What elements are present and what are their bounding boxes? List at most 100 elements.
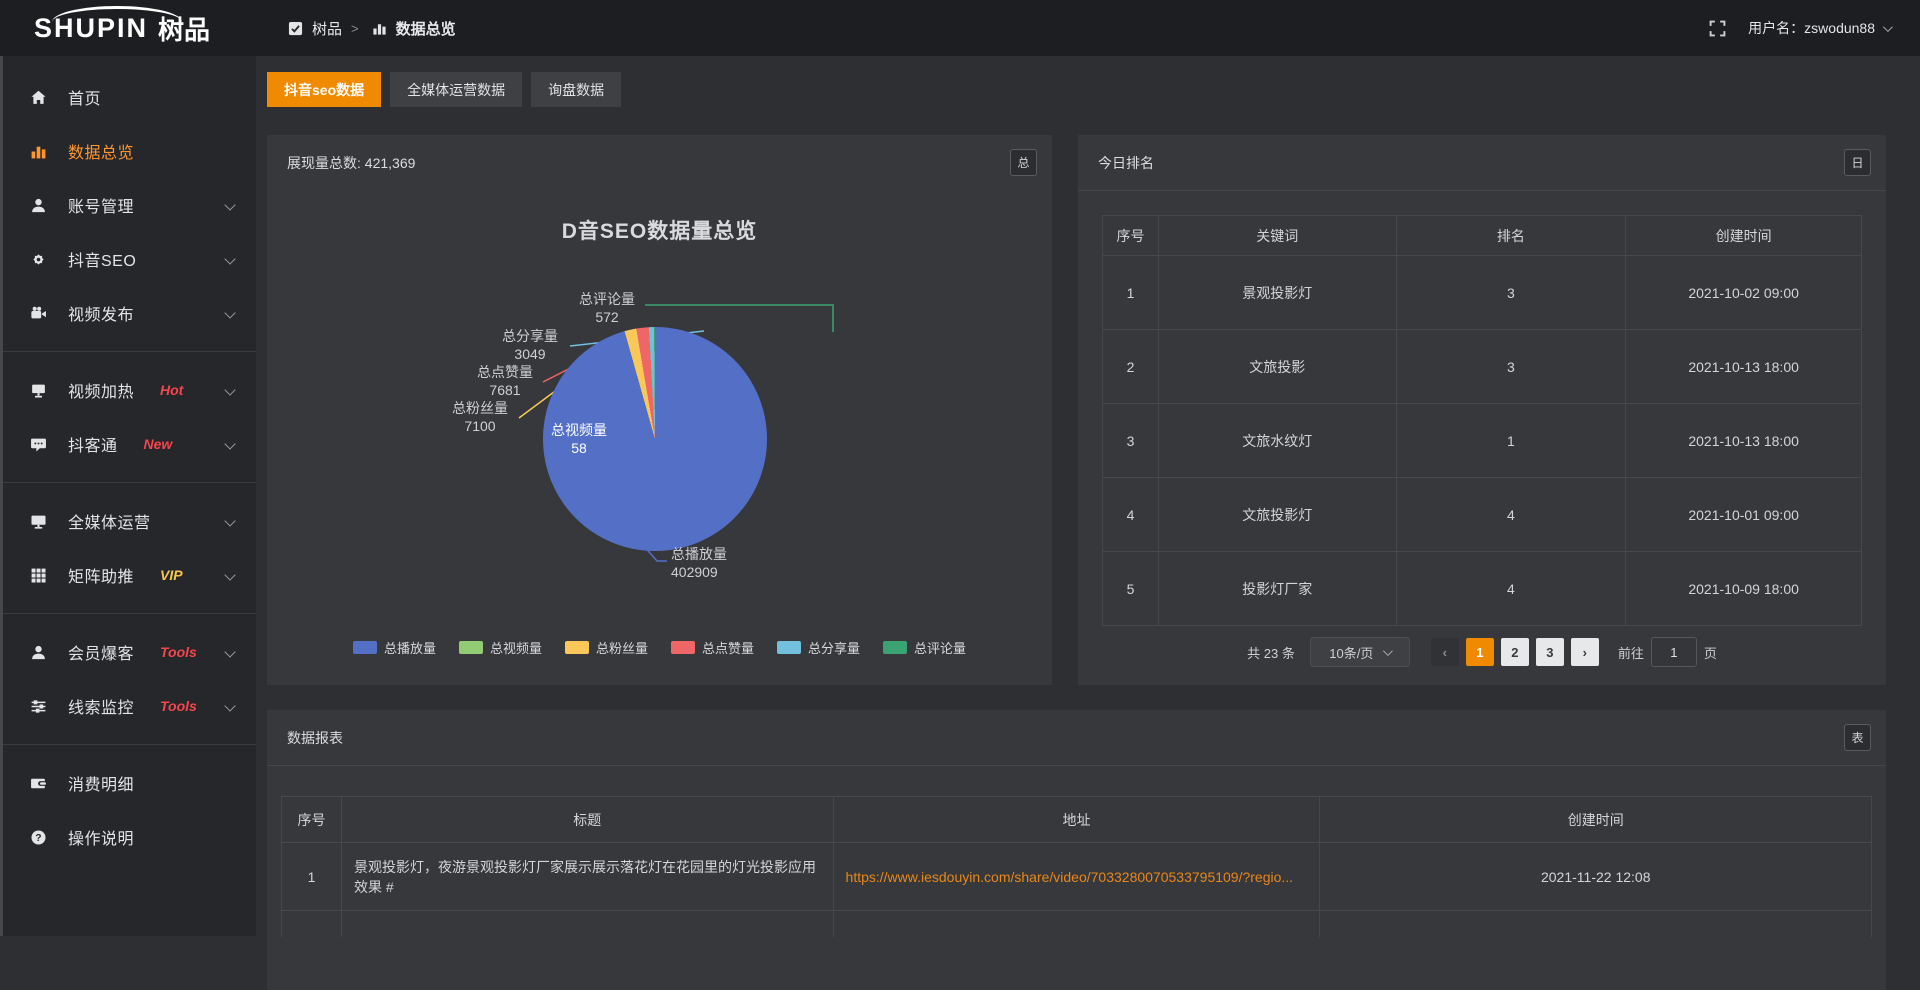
breadcrumb-current: 数据总览 [396, 18, 456, 39]
page-button-1[interactable]: 1 [1466, 638, 1494, 666]
sidebar-item-instructions[interactable]: ? 操作说明 [0, 810, 256, 864]
breadcrumb-chart-icon [372, 21, 387, 36]
sidebar-item-video-heat[interactable]: 视频加热 Hot [0, 363, 256, 417]
monitor-icon [30, 512, 48, 530]
sidebar-item-douyin-seo[interactable]: 抖音SEO [0, 232, 256, 286]
table-corner-button[interactable]: 表 [1844, 724, 1871, 751]
next-page-button[interactable]: › [1571, 638, 1599, 666]
table-row: 3 文旅水纹灯 1 2021-10-13 18:00 [1103, 404, 1862, 478]
user-menu[interactable]: 用户名：zswodun88 [1748, 18, 1890, 38]
pie-label-fans: 总粉丝量7100 [439, 399, 521, 435]
page-button-2[interactable]: 2 [1501, 638, 1529, 666]
sidebar-item-home[interactable]: 首页 [0, 70, 256, 124]
sidebar-item-label: 数据总览 [68, 139, 134, 163]
cell-video-link[interactable]: https://www.iesdouyin.com/share/video/70… [833, 843, 1320, 911]
chevron-down-icon [224, 569, 235, 580]
sidebar-item-label: 抖客通 [68, 432, 118, 456]
breadcrumb: 树品 > 数据总览 [288, 18, 456, 39]
hot-badge: Hot [160, 382, 183, 398]
col-header-index: 序号 [1103, 216, 1159, 256]
cell-title: 景观投影灯，夜游景观投影灯厂家展示展示落花灯在花园里的灯光投影应用效果 # [341, 843, 833, 911]
tools-badge: Tools [160, 644, 197, 660]
breadcrumb-separator: > [351, 21, 359, 36]
cell-rank: 4 [1396, 478, 1626, 552]
user-icon [30, 196, 48, 214]
breadcrumb-root-icon [288, 21, 303, 36]
legend-item-videos[interactable]: 总视频量 [459, 638, 542, 657]
day-corner-button[interactable]: 日 [1844, 149, 1871, 176]
sliders-icon [30, 697, 48, 715]
data-report-panel: 数据报表 表 序号 标题 地址 创建时间 1 景观投影灯，夜游景观投影灯厂家展示… [267, 710, 1886, 990]
chevron-down-icon [224, 253, 235, 264]
col-header-index: 序号 [282, 797, 342, 843]
page-button-3[interactable]: 3 [1536, 638, 1564, 666]
pagination-total: 共 23 条 [1247, 643, 1295, 662]
rank-table-header-row: 序号 关键词 排名 创建时间 [1103, 216, 1862, 256]
chevron-down-icon [224, 700, 235, 711]
sidebar-item-account-management[interactable]: 账号管理 [0, 178, 256, 232]
cell-created: 2021-10-02 09:00 [1626, 256, 1862, 330]
top-header: SHUPIN 树品 树品 > 数据总览 用户名：zswodun88 [0, 0, 1920, 56]
cell-created: 2021-10-13 18:00 [1626, 330, 1862, 404]
sidebar-item-data-overview[interactable]: 数据总览 [0, 124, 256, 178]
vip-badge: VIP [160, 567, 183, 583]
sidebar-item-member-growth[interactable]: 会员爆客 Tools [0, 625, 256, 679]
sidebar-item-lead-monitor[interactable]: 线索监控 Tools [0, 679, 256, 733]
cell-keyword: 文旅投影灯 [1158, 478, 1396, 552]
legend-swatch [671, 641, 695, 654]
report-table: 序号 标题 地址 创建时间 1 景观投影灯，夜游景观投影灯厂家展示展示落花灯在花… [281, 796, 1872, 937]
tab-douyin-seo-data[interactable]: 抖音seo数据 [267, 72, 381, 107]
new-badge: New [144, 436, 173, 452]
cell-index: 3 [1103, 404, 1159, 478]
legend-item-fans[interactable]: 总粉丝量 [565, 638, 648, 657]
sidebar-item-label: 操作说明 [68, 825, 134, 849]
breadcrumb-root[interactable]: 树品 [312, 18, 342, 39]
chevron-down-icon [224, 646, 235, 657]
sidebar-item-label: 账号管理 [68, 193, 134, 217]
goto-page-input[interactable] [1651, 637, 1697, 667]
legend-item-comments[interactable]: 总评论量 [883, 638, 966, 657]
rank-table: 序号 关键词 排名 创建时间 1 景观投影灯 3 2021-10-02 09:0… [1102, 215, 1862, 626]
total-corner-button[interactable]: 总 [1010, 149, 1037, 176]
tab-inquiry-data[interactable]: 询盘数据 [531, 72, 621, 107]
cell-keyword: 投影灯厂家 [1158, 552, 1396, 626]
chevron-down-icon [224, 515, 235, 526]
bar-chart-icon [30, 142, 48, 160]
tab-media-operation-data[interactable]: 全媒体运营数据 [390, 72, 522, 107]
cell-created: 2021-10-13 18:00 [1626, 404, 1862, 478]
table-row: 1 景观投影灯 3 2021-10-02 09:00 [1103, 256, 1862, 330]
chat-bubble-icon [30, 435, 48, 453]
svg-text:?: ? [35, 832, 41, 843]
goto-label: 前往 [1618, 643, 1644, 662]
fullscreen-icon[interactable] [1709, 20, 1726, 37]
legend-swatch [565, 641, 589, 654]
sidebar-item-label: 会员爆客 [68, 640, 134, 664]
legend-swatch [353, 641, 377, 654]
grid-icon [30, 566, 48, 584]
sidebar-item-matrix-boost[interactable]: 矩阵助推 VIP [0, 548, 256, 602]
sidebar-item-media-operation[interactable]: 全媒体运营 [0, 494, 256, 548]
wallet-icon [30, 774, 48, 792]
prev-page-button[interactable]: ‹ [1431, 638, 1459, 666]
cell-keyword: 文旅水纹灯 [1158, 404, 1396, 478]
sidebar-item-video-publish[interactable]: 视频发布 [0, 286, 256, 340]
page-size-select[interactable]: 10条/页 [1310, 637, 1410, 667]
legend-swatch [459, 641, 483, 654]
cell-keyword: 文旅投影 [1158, 330, 1396, 404]
goto-suffix: 页 [1704, 643, 1717, 662]
table-row-partial [282, 911, 1872, 937]
data-source-tabs: 抖音seo数据 全媒体运营数据 询盘数据 [267, 72, 621, 107]
legend-item-likes[interactable]: 总点赞量 [671, 638, 754, 657]
gear-icon [30, 250, 48, 268]
data-report-title: 数据报表 [267, 710, 1886, 766]
sidebar-item-douketong[interactable]: 抖客通 New [0, 417, 256, 471]
legend-swatch [883, 641, 907, 654]
sidebar-item-expense-detail[interactable]: 消费明细 [0, 756, 256, 810]
sidebar-item-label: 消费明细 [68, 771, 134, 795]
legend-item-shares[interactable]: 总分享量 [777, 638, 860, 657]
chevron-down-icon [224, 307, 235, 318]
legend-item-plays[interactable]: 总播放量 [353, 638, 436, 657]
sidebar-divider [0, 613, 256, 614]
pie-label-plays: 总播放量402909 [671, 545, 766, 581]
sidebar-item-label: 矩阵助推 [68, 563, 134, 587]
